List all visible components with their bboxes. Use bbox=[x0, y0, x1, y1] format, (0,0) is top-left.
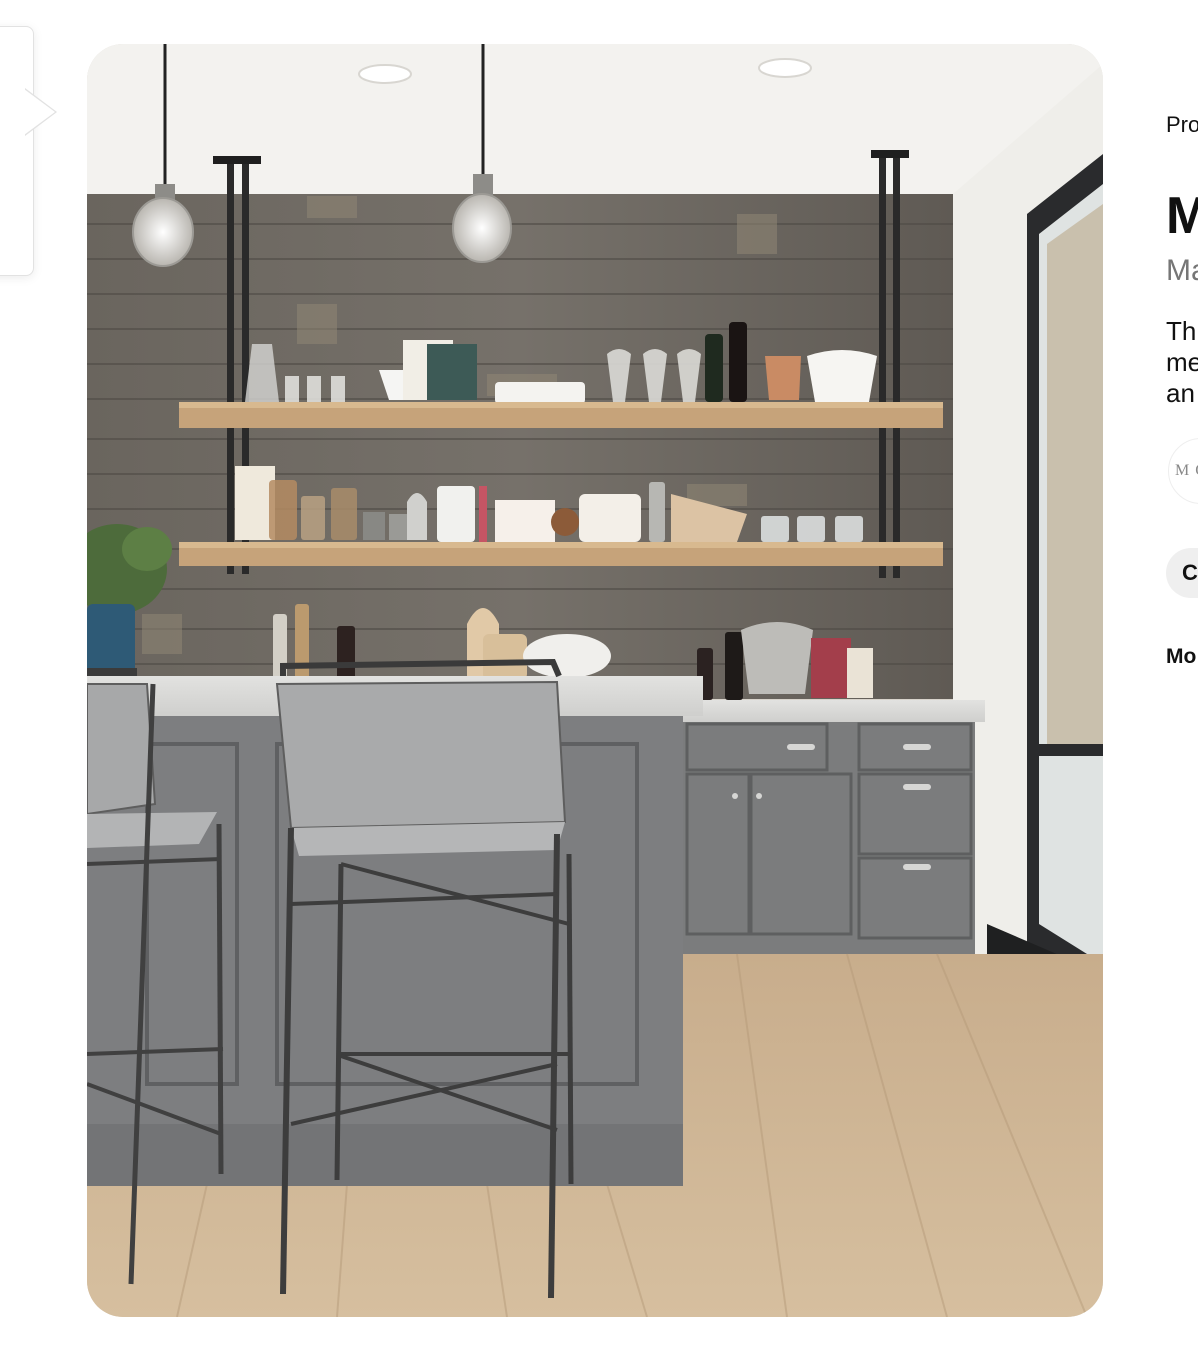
action-button[interactable]: C bbox=[1166, 548, 1198, 598]
pin-image[interactable] bbox=[87, 44, 1103, 1317]
source-link[interactable]: Pro bbox=[1166, 112, 1198, 138]
description-line: me bbox=[1166, 347, 1198, 377]
creator-avatar[interactable]: M O bbox=[1168, 438, 1198, 504]
popover-card bbox=[0, 26, 34, 276]
pin-subtitle: Ma bbox=[1166, 254, 1198, 287]
popover-arrow-fill bbox=[24, 89, 55, 135]
description-line: an bbox=[1166, 378, 1195, 408]
more-label: Mo bbox=[1166, 645, 1197, 668]
pin-details-panel: Pro M Ma Th me an M O C Mo bbox=[1166, 0, 1198, 1366]
kitchen-photo bbox=[87, 44, 1103, 1317]
pin-description: Th me an bbox=[1166, 316, 1198, 409]
pin-title: M bbox=[1166, 187, 1198, 245]
description-line: Th bbox=[1166, 316, 1197, 346]
